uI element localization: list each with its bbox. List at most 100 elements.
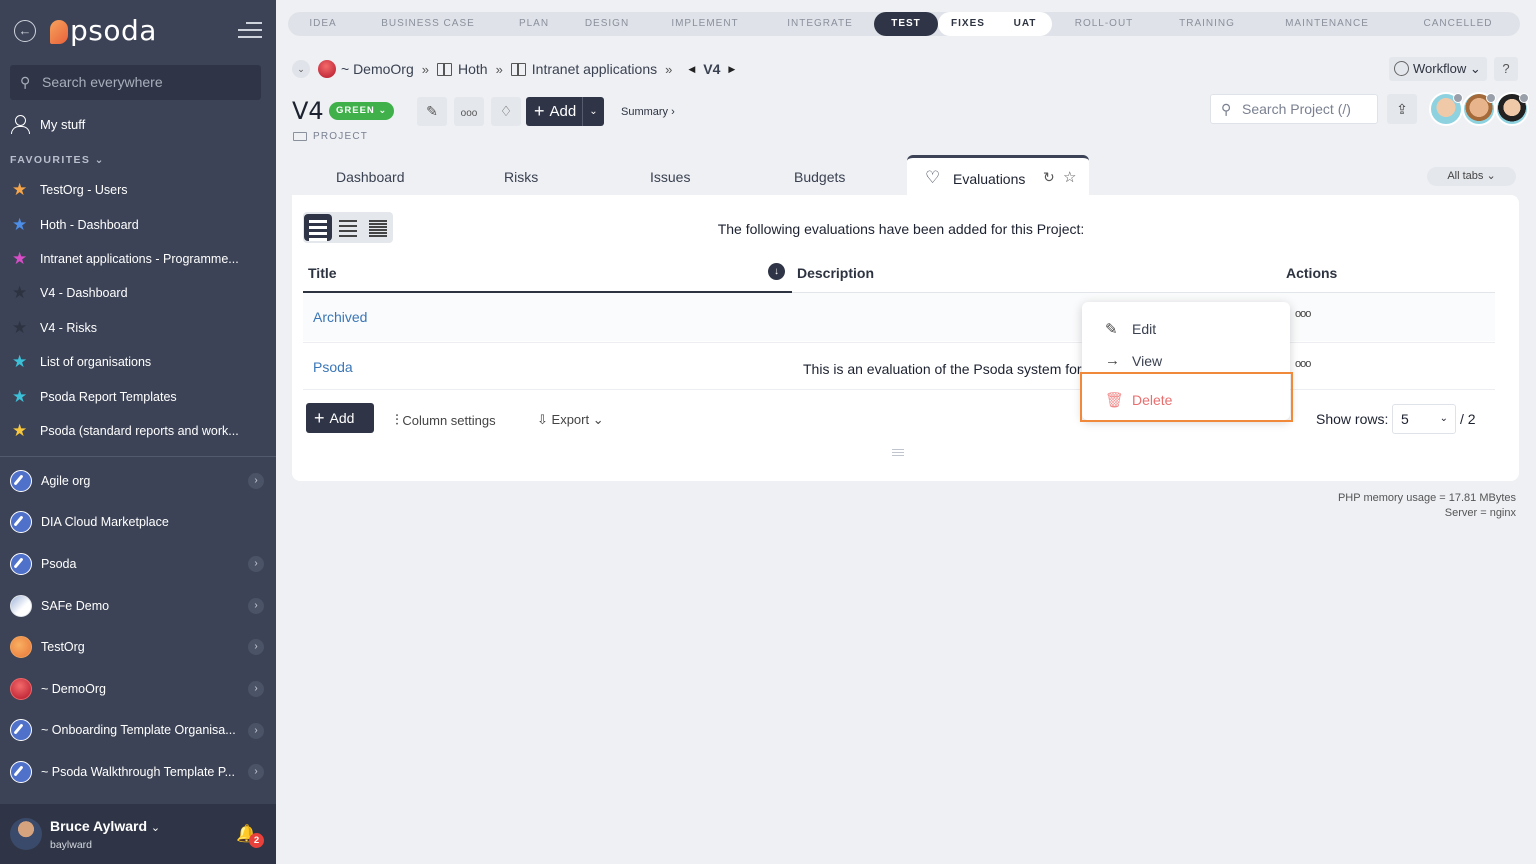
all-tabs-button[interactable]: All tabs ⌄ [1427, 167, 1516, 186]
workflow-button[interactable]: Workflow ⌄ [1389, 57, 1487, 81]
stage-plan[interactable]: PLAN [498, 12, 570, 36]
refresh-icon[interactable]: ↻ [1043, 169, 1055, 186]
favourite-label: TestOrg - Users [40, 183, 128, 198]
stage-cancelled[interactable]: CANCELLED [1396, 12, 1520, 36]
sliders-icon: ⫶ [395, 412, 399, 429]
stage-fixes[interactable]: FIXES [938, 12, 998, 36]
tab-risks[interactable]: Risks [504, 169, 538, 185]
export-icon: ⇩ [537, 412, 548, 427]
table-row: Archived ooo [303, 293, 1495, 341]
export-button[interactable]: ⇩ Export ⌄ [537, 412, 604, 428]
sidebar-org-item[interactable]: ~ DemoOrg › [0, 668, 276, 710]
breadcrumb-portfolio[interactable]: Hoth [458, 61, 488, 77]
chevron-down-icon[interactable]: ⌄ [292, 60, 310, 78]
stage-maintenance[interactable]: MAINTENANCE [1258, 12, 1396, 36]
team-member-avatar[interactable] [1429, 92, 1463, 126]
more-options-button[interactable]: ooo [454, 97, 484, 126]
chevron-right-icon[interactable]: › [248, 764, 264, 781]
team-member-avatar[interactable] [1462, 92, 1496, 126]
row-actions-ellipsis-icon[interactable]: ooo [1295, 358, 1311, 370]
star-icon[interactable]: ☆ [1063, 168, 1076, 186]
help-button[interactable]: ? [1494, 57, 1518, 81]
search-everywhere-input[interactable]: ⚲ Search everywhere [10, 65, 261, 100]
share-button[interactable]: ⇪ [1387, 94, 1417, 124]
status-badge[interactable]: GREEN ⌄ [329, 102, 395, 120]
menu-item-view[interactable]: → View [1105, 352, 1162, 369]
rows-per-page-select[interactable]: 5 ⌄ [1392, 404, 1456, 434]
tab-budgets[interactable]: Budgets [794, 169, 845, 185]
favourite-item[interactable]: ★ Hoth - Dashboard [0, 207, 276, 241]
breadcrumb-org[interactable]: ~ DemoOrg [341, 61, 414, 77]
summary-link[interactable]: Summary › [621, 106, 675, 118]
stage-integrate[interactable]: INTEGRATE [766, 12, 874, 36]
column-settings-button[interactable]: ⫶ Column settings [395, 412, 496, 429]
sidebar-org-item[interactable]: TestOrg › [0, 626, 276, 668]
sidebar-org-item[interactable]: DIA Cloud Marketplace [0, 502, 276, 544]
psoda-logo[interactable]: psoda [50, 14, 157, 47]
sidebar-org-item[interactable]: SAFe Demo › [0, 585, 276, 627]
chevron-right-icon[interactable]: › [248, 597, 264, 614]
sidebar-org-item[interactable]: Agile org › [0, 460, 276, 502]
column-header-description[interactable]: Description [797, 265, 874, 281]
tab-issues[interactable]: Issues [650, 169, 690, 185]
chevron-right-icon[interactable]: › [248, 639, 264, 656]
next-project-icon[interactable]: ▶ [728, 64, 735, 75]
tab-dashboard[interactable]: Dashboard [336, 169, 405, 185]
evaluation-title-link[interactable]: Psoda [313, 359, 353, 375]
favourite-item[interactable]: ★ TestOrg - Users [0, 173, 276, 207]
favourite-item[interactable]: ★ V4 - Dashboard [0, 276, 276, 310]
add-evaluation-button[interactable]: + Add [306, 403, 374, 433]
favourites-header[interactable]: FAVOURITES ⌄ [10, 154, 105, 166]
my-stuff-link[interactable]: My stuff [10, 114, 85, 134]
tab-evaluations[interactable]: ♡ Evaluations ↻ ☆ [907, 155, 1089, 197]
heart-icon: ♡ [925, 168, 941, 187]
edit-button[interactable]: ✎ [417, 97, 447, 126]
breadcrumb-programme[interactable]: Intranet applications [532, 61, 657, 77]
stage-uat[interactable]: UAT [998, 12, 1052, 36]
sidebar-org-item[interactable]: ~ Psoda Walkthrough Template P... › [0, 751, 276, 793]
tag-button[interactable]: ♢ [491, 97, 521, 126]
sidebar-org-item[interactable]: Psoda › [0, 543, 276, 585]
favourite-item[interactable]: ★ Psoda (standard reports and work... [0, 414, 276, 448]
chevron-right-icon[interactable]: › [248, 473, 264, 489]
user-menu[interactable]: Bruce Aylward ⌄ baylward [0, 804, 276, 864]
favourite-item[interactable]: ★ V4 - Risks [0, 311, 276, 345]
stage-roll-out[interactable]: ROLL-OUT [1052, 12, 1156, 36]
favourite-item[interactable]: ★ List of organisations [0, 345, 276, 379]
pencil-icon: ✎ [426, 103, 438, 119]
server-info: PHP memory usage = 17.81 MBytes Server =… [1337, 492, 1516, 519]
collapse-sidebar-icon[interactable] [238, 22, 262, 40]
stage-implement[interactable]: IMPLEMENT [644, 12, 766, 36]
favourite-item[interactable]: ★ Intranet applications - Programme... [0, 242, 276, 276]
arrow-right-icon: → [1105, 352, 1120, 369]
chevron-right-icon[interactable]: › [248, 680, 264, 697]
favourite-item[interactable]: ★ Psoda Report Templates [0, 379, 276, 413]
back-arrow-icon[interactable]: ← [14, 20, 36, 42]
menu-item-edit[interactable]: ✎ Edit [1105, 320, 1156, 338]
favourite-label: List of organisations [40, 355, 152, 370]
resize-handle-icon[interactable] [892, 449, 904, 458]
chevron-right-icon[interactable]: › [248, 722, 264, 739]
star-icon: ★ [12, 214, 28, 234]
column-header-title[interactable]: Title [308, 265, 337, 281]
add-button[interactable]: + Add ⌄ [526, 97, 604, 126]
stage-idea[interactable]: IDEA [288, 12, 358, 36]
evaluation-title-link[interactable]: Archived [313, 309, 367, 325]
stage-business-case[interactable]: BUSINESS CASE [358, 12, 498, 36]
user-handle: baylward [50, 839, 93, 851]
ellipsis-icon: ooo [460, 108, 478, 119]
tag-icon: ♢ [499, 103, 513, 119]
previous-project-icon[interactable]: ◀ [688, 64, 695, 75]
chevron-right-icon[interactable]: › [248, 556, 264, 573]
sort-descending-icon[interactable]: ↓ [768, 263, 785, 280]
team-member-avatar[interactable] [1495, 92, 1529, 126]
chevron-down-icon: ⌄ [582, 97, 604, 126]
breadcrumb-project[interactable]: V4 [703, 61, 720, 77]
share-icon: ⇪ [1396, 101, 1408, 117]
stage-test[interactable]: TEST [874, 12, 938, 36]
search-project-input[interactable]: ⚲ Search Project (/) [1210, 94, 1378, 124]
stage-training[interactable]: TRAINING [1156, 12, 1258, 36]
sidebar-org-item[interactable]: ~ Onboarding Template Organisa... › [0, 710, 276, 752]
row-actions-ellipsis-icon[interactable]: ooo [1295, 308, 1311, 320]
stage-design[interactable]: DESIGN [570, 12, 644, 36]
